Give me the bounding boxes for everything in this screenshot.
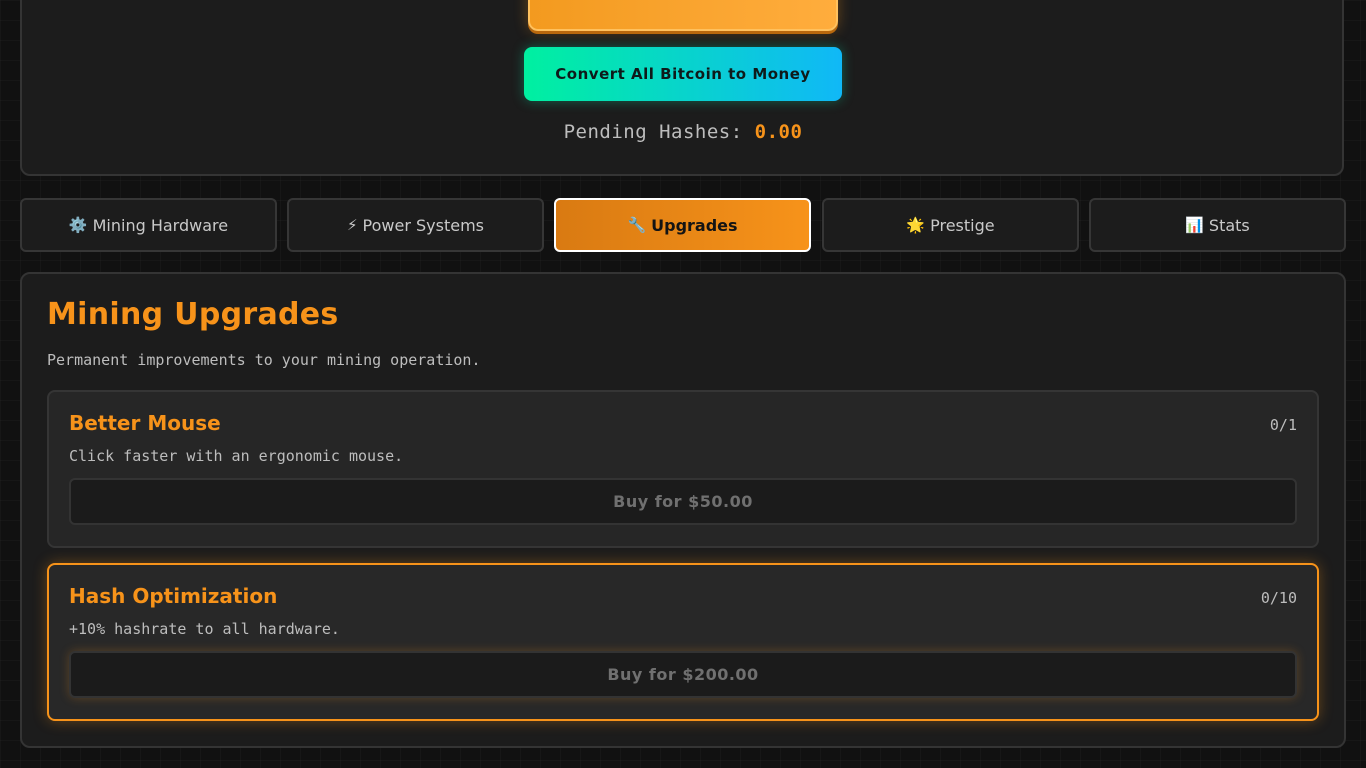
star-icon: 🌟 xyxy=(906,216,926,234)
pending-hashes: Pending Hashes: 0.00 xyxy=(0,121,1366,143)
pending-hashes-value: 0.00 xyxy=(754,121,803,143)
tab-upgrades[interactable]: 🔧 Upgrades xyxy=(554,198,811,252)
section-description: Permanent improvements to your mining op… xyxy=(47,351,481,369)
section-title: Mining Upgrades xyxy=(47,297,339,332)
upgrade-count: 0/1 xyxy=(1269,416,1297,434)
convert-bitcoin-button[interactable]: Convert All Bitcoin to Money xyxy=(524,47,842,101)
tab-power-systems[interactable]: ⚡ Power Systems xyxy=(287,198,544,252)
gear-icon: ⚙️ xyxy=(68,216,88,234)
upgrade-card-better-mouse: Better Mouse 0/1 Click faster with an er… xyxy=(47,390,1319,548)
tab-label: Power Systems xyxy=(362,215,484,235)
tab-stats[interactable]: 📊 Stats xyxy=(1089,198,1346,252)
upgrade-name: Better Mouse xyxy=(69,411,221,435)
tab-label: Mining Hardware xyxy=(92,215,229,235)
tab-label: Stats xyxy=(1208,215,1250,235)
upgrade-name: Hash Optimization xyxy=(69,584,278,608)
tab-label: Upgrades xyxy=(651,215,738,235)
tab-mining-hardware[interactable]: ⚙️ Mining Hardware xyxy=(20,198,277,252)
lightning-icon: ⚡ xyxy=(346,216,358,234)
tab-prestige[interactable]: 🌟 Prestige xyxy=(822,198,1079,252)
wrench-icon: 🔧 xyxy=(627,216,647,234)
buy-hash-optimization-button[interactable]: Buy for $200.00 xyxy=(69,651,1297,698)
pending-hashes-label: Pending Hashes: xyxy=(563,121,743,143)
tab-bar: ⚙️ Mining Hardware ⚡ Power Systems 🔧 Upg… xyxy=(20,198,1346,252)
mine-button[interactable] xyxy=(528,0,838,31)
upgrade-count: 0/10 xyxy=(1260,589,1297,607)
upgrade-description: +10% hashrate to all hardware. xyxy=(69,620,340,638)
buy-better-mouse-button[interactable]: Buy for $50.00 xyxy=(69,478,1297,525)
upgrade-description: Click faster with an ergonomic mouse. xyxy=(69,447,404,465)
bar-chart-icon: 📊 xyxy=(1185,216,1204,234)
tab-label: Prestige xyxy=(930,215,995,235)
upgrade-card-hash-optimization: Hash Optimization 0/10 +10% hashrate to … xyxy=(47,563,1319,721)
